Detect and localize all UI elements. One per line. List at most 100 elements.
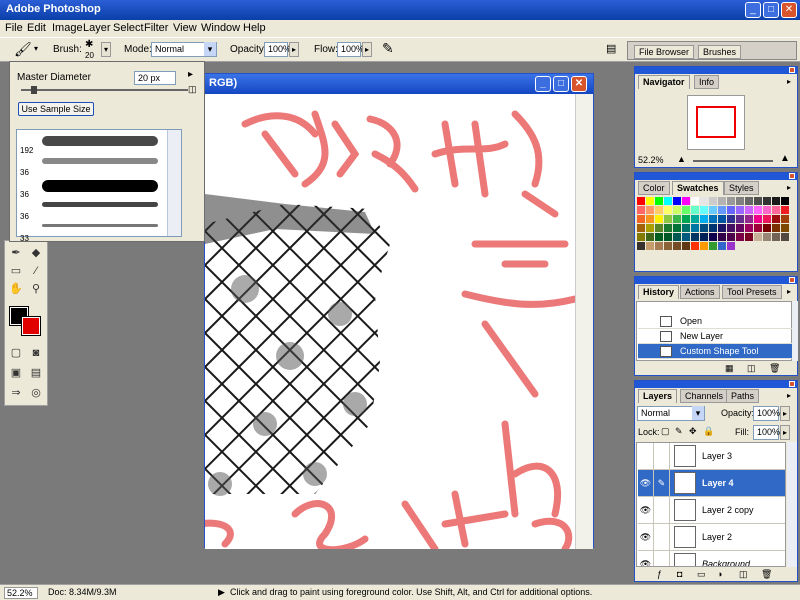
color-swatch[interactable] <box>673 206 681 214</box>
fill-input[interactable]: 100% <box>753 425 780 440</box>
color-swatch[interactable] <box>637 206 645 214</box>
menu-window[interactable]: Window <box>201 22 240 34</box>
fill-arrow[interactable]: ▸ <box>780 425 790 440</box>
opacity-arrow[interactable]: ▸ <box>289 42 299 57</box>
tab-swatches[interactable]: Swatches <box>672 181 724 195</box>
color-swatch[interactable] <box>682 206 690 214</box>
color-swatch[interactable] <box>772 224 780 232</box>
color-swatch[interactable] <box>727 206 735 214</box>
color-swatch[interactable] <box>736 206 744 214</box>
color-swatch[interactable] <box>745 233 753 241</box>
color-swatch[interactable] <box>754 224 762 232</box>
tab-channels[interactable]: Channels <box>680 389 729 403</box>
eye-icon[interactable]: 👁 <box>638 497 654 523</box>
color-swatch[interactable] <box>691 206 699 214</box>
link-toggle[interactable] <box>654 497 670 523</box>
tab-navigator[interactable]: Navigator <box>638 75 690 89</box>
history-item[interactable]: Open <box>638 314 794 329</box>
color-swatch[interactable] <box>763 206 771 214</box>
notes-tool-icon[interactable]: ▭ <box>7 263 25 279</box>
color-swatch[interactable] <box>727 224 735 232</box>
layer-row[interactable]: 👁 Layer 2 <box>638 524 785 551</box>
eye-icon[interactable]: 👁 <box>638 470 654 496</box>
color-swatch[interactable] <box>637 224 645 232</box>
color-swatch[interactable] <box>655 242 663 250</box>
navigator-thumbnail[interactable] <box>687 95 745 150</box>
color-swatch[interactable] <box>709 215 717 223</box>
color-swatch[interactable] <box>736 197 744 205</box>
brush-preset-picker[interactable]: ✱ 20 <box>83 39 99 60</box>
history-item-selected[interactable]: Custom Shape Tool <box>638 344 794 359</box>
maximize-button[interactable]: □ <box>763 2 779 18</box>
panel-menu-icon[interactable]: ▸ <box>784 77 794 87</box>
mode-select[interactable]: Normal <box>151 42 217 57</box>
color-swatch[interactable] <box>718 224 726 232</box>
menu-image[interactable]: Image <box>52 22 83 34</box>
opacity-input[interactable]: 100% <box>264 42 291 57</box>
navigator-zoom[interactable]: 52.2% <box>638 155 664 165</box>
color-swatch[interactable] <box>709 206 717 214</box>
layer-row[interactable]: 👁 Background <box>638 551 785 566</box>
master-diameter-input[interactable]: 20 px <box>134 71 176 85</box>
doc-minimize-button[interactable]: _ <box>535 76 551 92</box>
color-swatch[interactable] <box>772 197 780 205</box>
color-swatch[interactable] <box>673 242 681 250</box>
menu-edit[interactable]: Edit <box>27 22 46 34</box>
link-toggle[interactable] <box>654 443 670 469</box>
panel-close-icon[interactable] <box>789 67 795 73</box>
history-new-doc-icon[interactable]: ◫ <box>747 363 756 374</box>
brush-preset-item[interactable]: 36 <box>18 174 163 199</box>
menu-help[interactable]: Help <box>243 22 266 34</box>
color-swatch[interactable] <box>700 224 708 232</box>
layer-opacity-input[interactable]: 100% <box>753 406 780 421</box>
color-swatch[interactable] <box>673 224 681 232</box>
status-arrow-icon[interactable]: ▶ <box>218 587 225 598</box>
layer-row-selected[interactable]: 👁 ✎ Layer 4 <box>638 470 785 497</box>
color-swatch[interactable] <box>691 215 699 223</box>
master-diameter-slider[interactable] <box>21 86 188 94</box>
color-swatch[interactable] <box>673 215 681 223</box>
color-swatch[interactable] <box>763 197 771 205</box>
color-swatch[interactable] <box>682 224 690 232</box>
panel-close-icon[interactable] <box>789 381 795 387</box>
eye-icon[interactable]: 👁 <box>638 524 654 550</box>
tab-styles[interactable]: Styles <box>724 181 759 195</box>
delete-layer-icon[interactable]: 🗑 <box>761 569 772 580</box>
tab-color[interactable]: Color <box>638 181 670 195</box>
zoom-out-icon[interactable]: ▲ <box>677 154 686 164</box>
color-swatch[interactable] <box>709 233 717 241</box>
color-swatch[interactable] <box>646 206 654 214</box>
layer-mask-icon[interactable]: ◘ <box>677 569 682 579</box>
color-swatch[interactable] <box>718 233 726 241</box>
background-color-swatch[interactable] <box>21 316 41 336</box>
menu-layer[interactable]: Layer <box>83 22 111 34</box>
color-swatch[interactable] <box>664 224 672 232</box>
navigator-view-box[interactable] <box>696 106 736 138</box>
history-scrollbar[interactable] <box>792 301 798 361</box>
color-swatch[interactable] <box>781 206 789 214</box>
layer-style-icon[interactable]: ƒ <box>657 569 662 579</box>
color-swatch[interactable] <box>727 233 735 241</box>
tab-file-browser[interactable]: File Browser <box>634 45 695 59</box>
color-swatch[interactable] <box>718 215 726 223</box>
hand-tool-icon[interactable]: ✋ <box>7 281 25 297</box>
panel-menu-icon[interactable]: ▸ <box>784 183 794 193</box>
brush-preset-item[interactable]: 36 <box>18 196 163 221</box>
tab-info[interactable]: Info <box>694 75 720 89</box>
brush-preset-item[interactable]: 36 <box>18 152 163 177</box>
color-swatch[interactable] <box>664 233 672 241</box>
lock-transparent-icon[interactable]: ▢ <box>661 426 670 437</box>
shape-tool-icon[interactable]: ◆ <box>27 245 45 261</box>
imageready-icon[interactable]: ◎ <box>27 385 45 401</box>
color-swatch[interactable] <box>700 242 708 250</box>
color-swatch[interactable] <box>655 224 663 232</box>
tab-brushes[interactable]: Brushes <box>698 45 742 59</box>
color-swatch[interactable] <box>691 233 699 241</box>
color-swatch[interactable] <box>754 233 762 241</box>
pen-tool-icon[interactable]: ✒ <box>7 245 25 261</box>
color-swatch[interactable] <box>736 233 744 241</box>
tab-tool-presets[interactable]: Tool Presets <box>722 285 782 299</box>
slider-thumb[interactable] <box>31 86 37 94</box>
color-swatch[interactable] <box>682 215 690 223</box>
flow-arrow[interactable]: ▸ <box>362 42 372 57</box>
